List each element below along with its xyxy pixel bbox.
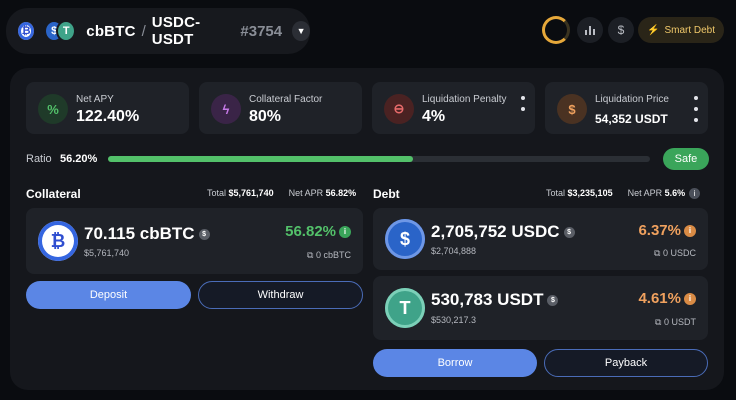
ratio-value: 56.20% bbox=[60, 153, 98, 165]
balance-value: 0 USDT bbox=[663, 317, 696, 327]
collateral-net-apr: 56.82% bbox=[325, 188, 357, 198]
usdt-icon: T bbox=[385, 288, 425, 328]
debt-total: $3,235,105 bbox=[567, 188, 613, 198]
balance-value: 0 USDC bbox=[662, 248, 696, 258]
amount-value: 530,783 USDT bbox=[431, 290, 544, 309]
rate-value: 4.61% bbox=[638, 290, 681, 307]
stat-value: 4% bbox=[422, 108, 446, 125]
info-icon[interactable]: i bbox=[339, 226, 351, 239]
stat-value: 54,352 USDT bbox=[595, 112, 668, 126]
info-icon[interactable]: i bbox=[684, 293, 696, 306]
bitcoin-icon: ₿ bbox=[38, 221, 78, 261]
stat-liquidation-price: $ Liquidation Price 54,352 USDT bbox=[545, 82, 708, 134]
stat-net-apy: % Net APY 122.40% bbox=[26, 82, 189, 134]
collateral-rate: 56.82% i bbox=[285, 223, 351, 240]
info-icon[interactable]: i bbox=[684, 225, 696, 238]
dollar-icon[interactable]: $ bbox=[198, 229, 210, 241]
collateral-summary: Total $5,761,740 Net APR 56.82% bbox=[207, 188, 356, 198]
wallet-icon: ⧉ bbox=[654, 248, 661, 258]
debt-summary: Total $3,235,105 Net APR 5.6% i bbox=[546, 188, 701, 200]
stat-label: Liquidation Price bbox=[595, 94, 669, 105]
lightning-icon: ϟ bbox=[211, 94, 241, 124]
collateral-total: $5,761,740 bbox=[228, 188, 274, 198]
smart-debt-button[interactable]: ⚡ Smart Debt bbox=[638, 17, 724, 43]
refresh-timer-icon[interactable] bbox=[542, 16, 570, 44]
dollar-icon: $ bbox=[557, 94, 587, 124]
collateral-title: Collateral bbox=[26, 187, 81, 201]
rate-value: 56.82% bbox=[285, 223, 336, 240]
net-apr-label: Net APR bbox=[288, 188, 324, 198]
debt-rate: 6.37% i bbox=[638, 222, 696, 239]
debt-pair: USDC-USDT bbox=[151, 14, 201, 48]
debt-card-usdc[interactable]: $ 2,705,752 USDC $ $2,704,888 6.37% i ⧉ 0 … bbox=[373, 208, 708, 270]
dollar-icon[interactable]: $ bbox=[608, 17, 634, 43]
info-icon[interactable]: i bbox=[689, 188, 701, 200]
debt-card-usdt[interactable]: T 530,783 USDT $ $530,217.3 4.61% i ⧉ 0 US… bbox=[373, 276, 708, 340]
more-icon[interactable] bbox=[694, 96, 698, 129]
amount-value: 2,705,752 USDC bbox=[431, 222, 560, 241]
total-label: Total bbox=[207, 188, 227, 198]
stat-label: Liquidation Penalty bbox=[422, 94, 507, 105]
borrow-button[interactable]: Borrow bbox=[373, 349, 537, 377]
minus-circle-icon: ⊖ bbox=[384, 94, 414, 124]
status-badge: Safe bbox=[663, 148, 709, 170]
stat-value: 122.40% bbox=[76, 108, 140, 125]
bitcoin-icon: ₿ bbox=[16, 20, 37, 42]
payback-button[interactable]: Payback bbox=[544, 349, 708, 377]
stat-label: Collateral Factor bbox=[249, 94, 323, 105]
more-icon[interactable] bbox=[521, 96, 525, 118]
position-id: #3754 bbox=[240, 22, 283, 40]
position-panel: % Net APY 122.40% ϟ Collateral Factor 80… bbox=[10, 68, 724, 390]
wallet-icon: ⧉ bbox=[307, 250, 314, 260]
debt-rate: 4.61% i bbox=[638, 290, 696, 307]
ratio-bar bbox=[108, 156, 650, 162]
debt-balance: ⧉ 0 USDT bbox=[655, 317, 696, 328]
debt-title: Debt bbox=[373, 187, 400, 201]
stat-value: 80% bbox=[249, 108, 282, 125]
debt-net-apr: 5.6% bbox=[664, 188, 686, 198]
stat-liquidation-penalty: ⊖ Liquidation Penalty 4% bbox=[372, 82, 535, 134]
debt-amount: 2,705,752 USDC $ bbox=[431, 222, 575, 242]
collateral-usd: $5,761,740 bbox=[84, 248, 130, 258]
debt-usd: $530,217.3 bbox=[431, 315, 477, 325]
debt-amount: 530,783 USDT $ bbox=[431, 290, 559, 310]
usdt-icon: T bbox=[56, 20, 77, 42]
dollar-icon[interactable]: $ bbox=[563, 227, 575, 239]
pair-separator: / bbox=[141, 22, 146, 40]
chart-icon[interactable] bbox=[577, 17, 603, 43]
collateral-asset: cbBTC bbox=[86, 22, 136, 40]
stat-label: Net APY bbox=[76, 94, 114, 105]
withdraw-button[interactable]: Withdraw bbox=[198, 281, 363, 309]
total-label: Total bbox=[546, 188, 566, 198]
net-apr-label: Net APR bbox=[627, 188, 663, 198]
ratio-bar-fill bbox=[108, 156, 413, 162]
debt-balance: ⧉ 0 USDC bbox=[654, 248, 696, 259]
dollar-icon[interactable]: $ bbox=[547, 295, 559, 307]
ratio-label: Ratio bbox=[26, 153, 52, 165]
balance-value: 0 cbBTC bbox=[315, 250, 351, 260]
wallet-icon: ⧉ bbox=[655, 317, 662, 327]
stat-collateral-factor: ϟ Collateral Factor 80% bbox=[199, 82, 362, 134]
smart-debt-label: Smart Debt bbox=[664, 24, 716, 36]
rate-value: 6.37% bbox=[638, 222, 681, 239]
collateral-amount: 70.115 cbBTC $ bbox=[84, 224, 210, 244]
chevron-down-icon[interactable]: ▼ bbox=[292, 21, 310, 41]
collateral-balance: ⧉ 0 cbBTC bbox=[307, 250, 351, 261]
usdc-icon: $ bbox=[385, 219, 425, 259]
amount-value: 70.115 cbBTC bbox=[84, 224, 195, 243]
percent-icon: % bbox=[38, 94, 68, 124]
pair-header[interactable]: ₿ $ T cbBTC / USDC-USDT #3754 ▼ bbox=[6, 8, 310, 54]
collateral-card[interactable]: ₿ 70.115 cbBTC $ $5,761,740 56.82% i ⧉ 0 c… bbox=[26, 208, 363, 274]
deposit-button[interactable]: Deposit bbox=[26, 281, 191, 309]
lightning-icon: ⚡ bbox=[646, 24, 660, 36]
debt-usd: $2,704,888 bbox=[431, 246, 477, 256]
